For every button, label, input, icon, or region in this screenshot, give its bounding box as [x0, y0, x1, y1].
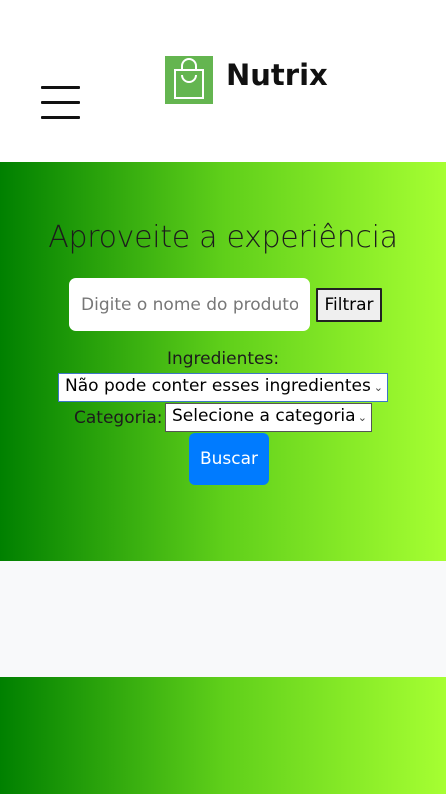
filter-button[interactable]: Filtrar	[316, 288, 382, 322]
category-select-value: Selecione a categoria	[172, 406, 356, 426]
footer-gradient	[0, 677, 446, 794]
ingredients-select-value: Não pode conter esses ingredientes	[65, 376, 371, 396]
brand[interactable]: Nutrix	[165, 56, 328, 104]
search-input[interactable]	[69, 278, 310, 331]
shopping-bag-icon	[165, 56, 213, 104]
chevron-down-icon: ⌄	[357, 411, 367, 424]
hero-title: Aproveite a experiência	[48, 220, 398, 255]
ingredients-label: Ingredientes:	[166, 349, 280, 369]
category-select[interactable]: Selecione a categoria ⌄	[165, 403, 372, 432]
ingredients-select[interactable]: Não pode conter esses ingredientes ⌄	[58, 373, 388, 402]
category-label: Categoria:	[74, 408, 163, 428]
hamburger-menu-icon[interactable]	[41, 86, 80, 120]
content-section	[0, 561, 446, 677]
brand-name: Nutrix	[226, 58, 328, 92]
chevron-down-icon: ⌄	[373, 381, 383, 394]
hero-section: Aproveite a experiência Filtrar Ingredie…	[0, 162, 446, 561]
search-button[interactable]: Buscar	[189, 433, 269, 485]
navbar: Nutrix	[0, 0, 446, 162]
